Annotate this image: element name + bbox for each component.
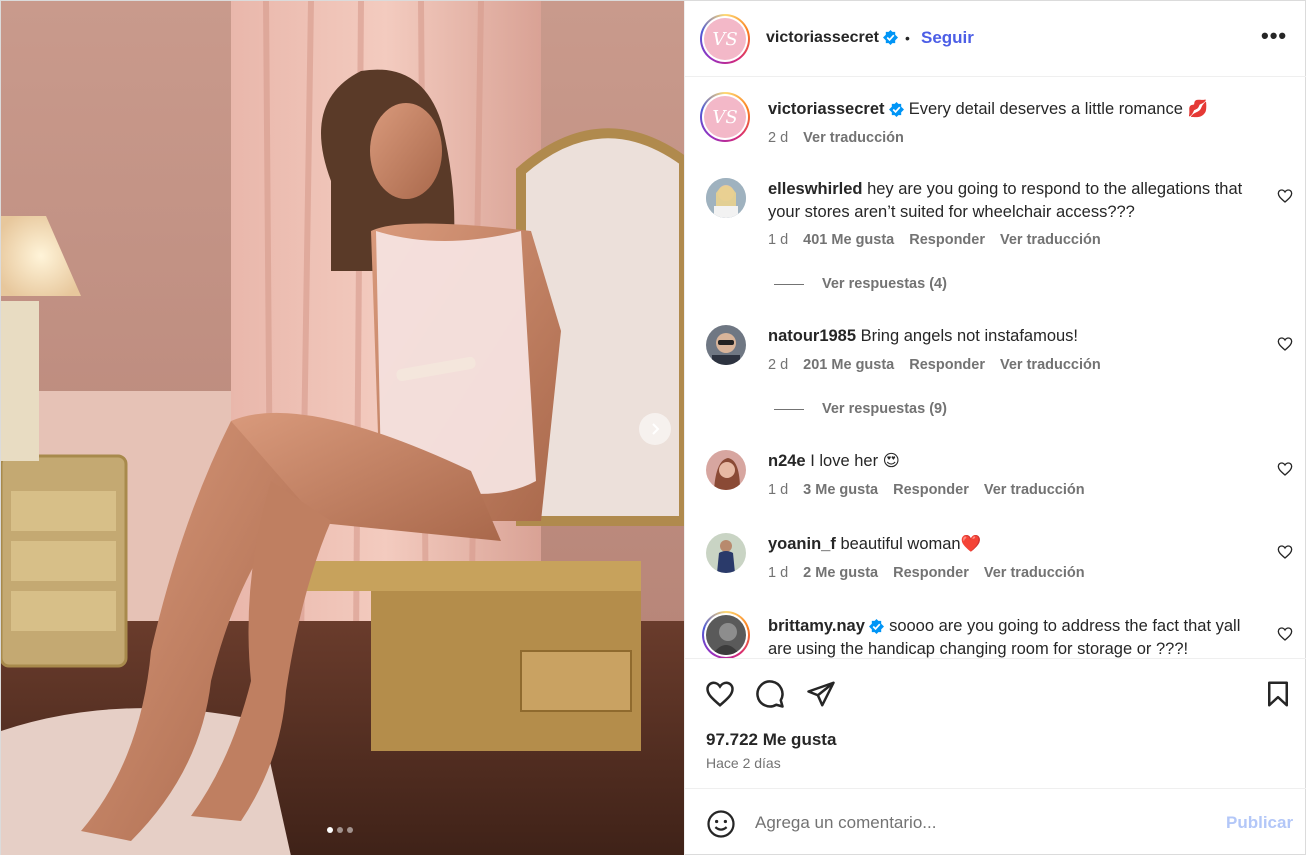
caption-time[interactable]: 2 d: [768, 130, 788, 146]
comment-text-block: n24e I love her 😍: [768, 450, 1248, 473]
post-actions: 97.722 Me gusta Hace 2 días: [685, 658, 1306, 788]
author-username-text[interactable]: victoriassecret: [766, 29, 879, 46]
avatar-image: [706, 178, 746, 218]
comment-username[interactable]: brittamy.nay: [768, 617, 865, 635]
translate-link[interactable]: Ver traducción: [1000, 232, 1101, 248]
view-replies-button[interactable]: Ver respuestas (9): [774, 401, 947, 417]
comment-like-heart-icon[interactable]: [1277, 626, 1293, 642]
commenter-avatar[interactable]: [706, 178, 746, 218]
vs-logo: VS: [704, 96, 746, 138]
reply-button[interactable]: Responder: [909, 232, 985, 248]
post-dialog: VS victoriassecret • Seguir ••• VS victo…: [0, 0, 1306, 855]
replies-divider: [774, 283, 804, 285]
more-options-icon[interactable]: •••: [1261, 25, 1287, 47]
header-separator: •: [905, 30, 910, 46]
comment-time[interactable]: 1 d: [768, 482, 788, 498]
comment-username[interactable]: yoanin_f: [768, 535, 836, 553]
replies-divider: [774, 408, 804, 410]
view-replies-label[interactable]: Ver respuestas (9): [822, 401, 947, 417]
verified-badge-icon: [883, 30, 899, 46]
bookmark-icon[interactable]: [1263, 679, 1293, 709]
comment-time[interactable]: 1 d: [768, 232, 788, 248]
translate-link[interactable]: Ver traducción: [803, 130, 904, 146]
comment-like-heart-icon[interactable]: [1277, 461, 1293, 477]
post-header: VS victoriassecret • Seguir •••: [685, 1, 1306, 77]
comment-likes[interactable]: 3 Me gusta: [803, 482, 878, 498]
reply-button[interactable]: Responder: [893, 565, 969, 581]
translate-link[interactable]: Ver traducción: [984, 565, 1085, 581]
reply-button[interactable]: Responder: [909, 357, 985, 373]
comments-list[interactable]: VS victoriassecret Every detail deserves…: [685, 78, 1306, 658]
avatar-image: [706, 325, 746, 365]
comment-likes[interactable]: 401 Me gusta: [803, 232, 894, 248]
comment-time[interactable]: 2 d: [768, 357, 788, 373]
vs-logo: VS: [704, 18, 746, 60]
comment-text-block: elleswhirled hey are you going to respon…: [768, 178, 1248, 224]
follow-button[interactable]: Seguir: [921, 28, 974, 48]
view-replies-button[interactable]: Ver respuestas (4): [774, 276, 947, 292]
avatar-image: [706, 615, 746, 655]
comment-likes[interactable]: 2 Me gusta: [803, 565, 878, 581]
comment-like-heart-icon[interactable]: [1277, 188, 1293, 204]
translate-link[interactable]: Ver traducción: [1000, 357, 1101, 373]
comment-text-block: yoanin_f beautiful woman❤️: [768, 533, 1248, 556]
caption-text-block: victoriassecret Every detail deserves a …: [768, 98, 1248, 121]
comment-like-heart-icon[interactable]: [1277, 336, 1293, 352]
caption-meta: 2 d Ver traducción: [768, 130, 904, 146]
comment-username[interactable]: elleswhirled: [768, 180, 862, 198]
view-replies-label[interactable]: Ver respuestas (4): [822, 276, 947, 292]
caption-username[interactable]: victoriassecret: [768, 100, 885, 118]
comment-text: beautiful woman❤️: [840, 535, 982, 553]
comment-username[interactable]: natour1985: [768, 327, 856, 345]
send-icon[interactable]: [806, 679, 836, 709]
next-slide-button[interactable]: [639, 413, 671, 445]
commenter-avatar[interactable]: [706, 450, 746, 490]
translate-link[interactable]: Ver traducción: [984, 482, 1085, 498]
post-sidebar: VS victoriassecret • Seguir ••• VS victo…: [684, 1, 1306, 855]
comment-meta: 1 d 401 Me gusta Responder Ver traducció…: [768, 232, 1101, 248]
carousel-indicator: [327, 827, 353, 833]
carousel-dot: [337, 827, 343, 833]
heart-icon[interactable]: [705, 679, 735, 709]
comment-meta: 1 d 3 Me gusta Responder Ver traducción: [768, 482, 1085, 498]
comment-composer: Publicar: [685, 788, 1306, 855]
comment-meta: 2 d 201 Me gusta Responder Ver traducció…: [768, 357, 1101, 373]
commenter-avatar[interactable]: [702, 611, 750, 658]
verified-badge-icon: [889, 102, 905, 118]
avatar-image: [706, 533, 746, 573]
caption-text: Every detail deserves a little romance 💋: [908, 100, 1209, 118]
commenter-avatar[interactable]: [706, 533, 746, 573]
comment-input[interactable]: [755, 811, 1195, 835]
comment-text-block: natour1985 Bring angels not instafamous!: [768, 325, 1248, 348]
author-username[interactable]: victoriassecret: [766, 29, 899, 47]
carousel-dot: [327, 827, 333, 833]
publish-button[interactable]: Publicar: [1226, 813, 1293, 833]
likes-count[interactable]: 97.722 Me gusta: [706, 730, 836, 750]
comment-meta: 1 d 2 Me gusta Responder Ver traducción: [768, 565, 1085, 581]
comment-time[interactable]: 1 d: [768, 565, 788, 581]
post-photo: [1, 1, 684, 855]
comment-username[interactable]: n24e: [768, 452, 806, 470]
avatar-image: [706, 450, 746, 490]
author-avatar[interactable]: VS: [700, 14, 750, 64]
comment-text: I love her 😍: [810, 452, 900, 470]
comment-like-heart-icon[interactable]: [1277, 544, 1293, 560]
comment-text: Bring angels not instafamous!: [860, 327, 1079, 345]
comment-text-block: brittamy.nay soooo are you going to addr…: [768, 615, 1248, 658]
caption-avatar[interactable]: VS: [700, 92, 750, 142]
post-image[interactable]: [1, 1, 684, 855]
verified-badge-icon: [869, 619, 885, 635]
chevron-right-icon: [652, 423, 660, 435]
post-timestamp: Hace 2 días: [706, 755, 781, 771]
commenter-avatar[interactable]: [706, 325, 746, 365]
comment-icon[interactable]: [755, 679, 785, 709]
carousel-dot: [347, 827, 353, 833]
comment-likes[interactable]: 201 Me gusta: [803, 357, 894, 373]
reply-button[interactable]: Responder: [893, 482, 969, 498]
emoji-icon[interactable]: [706, 809, 736, 839]
